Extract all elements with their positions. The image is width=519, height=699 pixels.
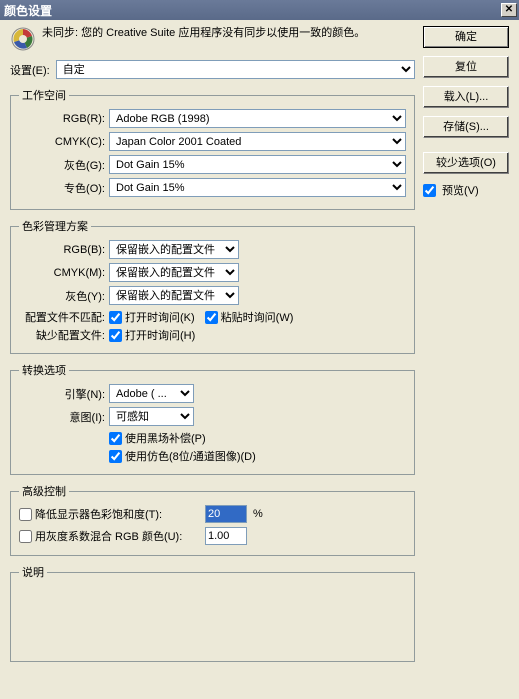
rgb-label: RGB(R): <box>19 113 109 125</box>
policy-cmyk-select[interactable]: 保留嵌入的配置文件 <box>109 263 239 282</box>
blend-input[interactable] <box>205 527 247 545</box>
blend-label: 用灰度系数混合 RGB 颜色(U): <box>35 528 205 544</box>
mismatch-label: 配置文件不匹配: <box>19 309 109 325</box>
missing-open-checkbox[interactable] <box>109 329 122 342</box>
blackpoint-label: 使用黑场补偿(P) <box>125 430 206 446</box>
save-button[interactable]: 存储(S)... <box>423 116 509 138</box>
sync-warning: 未同步: 您的 Creative Suite 应用程序没有同步以使用一致的颜色。 <box>10 26 415 52</box>
sync-warning-icon <box>10 26 36 52</box>
workspace-gray-select[interactable]: Dot Gain 15% <box>109 155 406 174</box>
policy-rgb-select[interactable]: 保留嵌入的配置文件 <box>109 240 239 259</box>
engine-select[interactable]: Adobe ( ... <box>109 384 194 403</box>
advanced-group: 高级控制 降低显示器色彩饱和度(T): % 用灰度系数混合 RGB 颜色(U): <box>10 483 415 556</box>
dither-label: 使用仿色(8位/通道图像)(D) <box>125 448 256 464</box>
preview-label: 预览(V) <box>442 182 479 198</box>
blend-checkbox[interactable] <box>19 530 32 543</box>
workspace-legend: 工作空间 <box>19 87 69 103</box>
workspace-cmyk-select[interactable]: Japan Color 2001 Coated <box>109 132 406 151</box>
intent-label: 意图(I): <box>19 409 109 425</box>
fewer-options-button[interactable]: 较少选项(O) <box>423 152 509 174</box>
conversion-group: 转换选项 引擎(N): Adobe ( ... 意图(I): 可感知 使用黑场补… <box>10 362 415 475</box>
sync-warning-text: 未同步: 您的 Creative Suite 应用程序没有同步以使用一致的颜色。 <box>42 26 365 41</box>
policy-group: 色彩管理方案 RGB(B): 保留嵌入的配置文件 CMYK(M): 保留嵌入的配… <box>10 218 415 354</box>
desat-input[interactable] <box>205 505 247 523</box>
dither-checkbox[interactable] <box>109 450 122 463</box>
window-title: 颜色设置 <box>4 2 501 19</box>
policy-gray-select[interactable]: 保留嵌入的配置文件 <box>109 286 239 305</box>
description-group: 说明 <box>10 564 415 662</box>
workspace-group: 工作空间 RGB(R): Adobe RGB (1998) CMYK(C): J… <box>10 87 415 210</box>
policy-legend: 色彩管理方案 <box>19 218 91 234</box>
load-button[interactable]: 载入(L)... <box>423 86 509 108</box>
mismatch-paste-checkbox[interactable] <box>205 311 218 324</box>
advanced-legend: 高级控制 <box>19 483 69 499</box>
description-legend: 说明 <box>19 564 47 580</box>
desat-checkbox[interactable] <box>19 508 32 521</box>
conversion-legend: 转换选项 <box>19 362 69 378</box>
ok-button[interactable]: 确定 <box>423 26 509 48</box>
mismatch-open-label: 打开时询问(K) <box>125 309 195 325</box>
mismatch-open-checkbox[interactable] <box>109 311 122 324</box>
mismatch-paste-label: 粘贴时询问(W) <box>221 309 294 325</box>
workspace-spot-select[interactable]: Dot Gain 15% <box>109 178 406 197</box>
workspace-rgb-select[interactable]: Adobe RGB (1998) <box>109 109 406 128</box>
gray-label: 灰色(G): <box>19 157 109 173</box>
reset-button[interactable]: 复位 <box>423 56 509 78</box>
intent-select[interactable]: 可感知 <box>109 407 194 426</box>
policy-rgb-label: RGB(B): <box>19 244 109 256</box>
desat-label: 降低显示器色彩饱和度(T): <box>35 506 205 522</box>
cmyk-label: CMYK(C): <box>19 136 109 148</box>
close-button[interactable]: ✕ <box>501 3 517 17</box>
blackpoint-checkbox[interactable] <box>109 432 122 445</box>
titlebar: 颜色设置 ✕ <box>0 0 519 20</box>
engine-label: 引擎(N): <box>19 386 109 402</box>
policy-cmyk-label: CMYK(M): <box>19 267 109 279</box>
desat-unit: % <box>253 508 263 520</box>
settings-select[interactable]: 自定 <box>56 60 415 79</box>
preview-checkbox[interactable] <box>423 184 436 197</box>
missing-label: 缺少配置文件: <box>19 327 109 343</box>
spot-label: 专色(O): <box>19 180 109 196</box>
policy-gray-label: 灰色(Y): <box>19 288 109 304</box>
settings-label: 设置(E): <box>10 62 50 78</box>
missing-open-label: 打开时询问(H) <box>125 327 195 343</box>
